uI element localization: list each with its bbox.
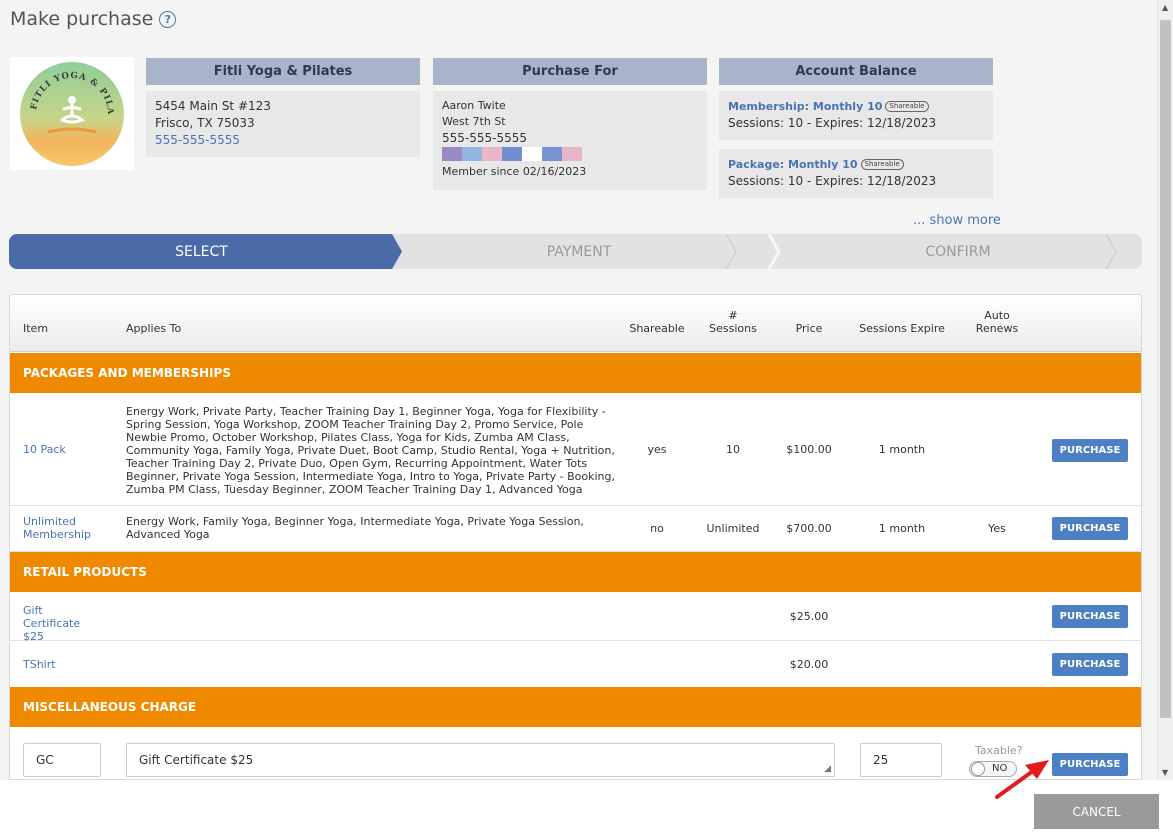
- scrollbar-thumb[interactable]: [1160, 20, 1171, 718]
- col-item: Item: [23, 322, 49, 335]
- color-swatch: [522, 147, 542, 161]
- color-swatch: [502, 147, 522, 161]
- item-name-link[interactable]: 10 Pack: [23, 443, 66, 456]
- shareable-value: no: [650, 522, 664, 535]
- balance-expires: Expires: 12/18/2023: [815, 116, 937, 130]
- purchase-button[interactable]: PURCHASE: [1052, 753, 1128, 776]
- purchase-button[interactable]: PURCHASE: [1052, 605, 1128, 628]
- section-misc: MISCELLANEOUS CHARGE: [10, 687, 1141, 727]
- studio-address-line2: Frisco, TX 75033: [155, 116, 255, 130]
- item-name-link[interactable]: TShirt: [23, 658, 56, 671]
- purchase-for-info: Aaron Twite West 7th St 555-555-5555 Mem…: [433, 91, 707, 190]
- color-swatch: [462, 147, 482, 161]
- table-header: Item Applies To Shareable # Sessions Pri…: [10, 295, 1141, 352]
- studio-phone-link[interactable]: 555-555-5555: [155, 132, 411, 149]
- applies-to: Energy Work, Private Party, Teacher Trai…: [126, 405, 615, 496]
- col-shareable: Shareable: [629, 322, 685, 335]
- color-swatch: [442, 147, 462, 161]
- studio-logo: FITLI YOGA & PILATES: [10, 57, 134, 170]
- balance-item-package: Package: Monthly 10 Shareable Sessions: …: [719, 149, 993, 198]
- studio-header: Fitli Yoga & Pilates: [146, 58, 420, 85]
- col-auto-line1: Auto: [984, 309, 1010, 322]
- annotation-arrow-icon: [995, 760, 1049, 799]
- balance-sessions: Sessions: 10 -: [728, 174, 812, 188]
- logo-image: FITLI YOGA & PILATES: [18, 60, 124, 166]
- balance-sessions: Sessions: 10 -: [728, 116, 812, 130]
- resize-handle-icon[interactable]: ◢: [824, 764, 831, 774]
- shareable-value: yes: [647, 443, 667, 456]
- misc-description-input[interactable]: Gift Certificate $25 ◢: [126, 743, 835, 777]
- shareable-badge: Shareable: [885, 101, 929, 112]
- applies-to: Energy Work, Family Yoga, Beginner Yoga,…: [126, 515, 584, 541]
- step-select: SELECT: [175, 243, 228, 260]
- step-confirm: CONFIRM: [925, 243, 991, 260]
- expire-value: 1 month: [878, 443, 926, 456]
- purchase-for-header: Purchase For: [433, 58, 707, 85]
- table-row: Unlimited Membership Energy Work, Family…: [10, 506, 1141, 552]
- page-title: Make purchase ?: [10, 8, 177, 30]
- color-swatch: [542, 147, 562, 161]
- misc-amount-input[interactable]: 25: [860, 743, 942, 777]
- step-payment: PAYMENT: [546, 243, 612, 260]
- scroll-up-icon[interactable]: ▲: [1162, 3, 1168, 12]
- col-applies-to: Applies To: [126, 322, 182, 335]
- help-icon[interactable]: ?: [159, 10, 177, 28]
- purchase-table: Item Applies To Shareable # Sessions Pri…: [9, 294, 1142, 780]
- price-value: $25.00: [789, 610, 829, 623]
- col-sessions-line1: #: [728, 309, 738, 322]
- purchase-button[interactable]: PURCHASE: [1052, 653, 1128, 676]
- account-balance-header: Account Balance: [719, 58, 993, 85]
- section-retail: RETAIL PRODUCTS: [10, 552, 1141, 592]
- table-row: TShirt $20.00 PURCHASE: [10, 641, 1141, 688]
- vertical-scrollbar[interactable]: ▲ ▼: [1157, 0, 1173, 780]
- sessions-value: 10: [726, 443, 740, 456]
- scroll-down-icon[interactable]: ▼: [1162, 768, 1168, 777]
- studio-address-line1: 5454 Main St #123: [155, 99, 271, 113]
- price-value: $700.00: [786, 522, 832, 535]
- misc-description-value: Gift Certificate $25: [139, 753, 254, 767]
- misc-code-input[interactable]: GC: [23, 743, 101, 777]
- color-swatch: [562, 147, 582, 161]
- member-color-swatches: [442, 147, 698, 161]
- table-row: 10 Pack Energy Work, Private Party, Teac…: [10, 395, 1141, 506]
- col-auto-renews: Auto Renews: [962, 309, 1032, 335]
- auto-renews-value: Yes: [988, 522, 1006, 535]
- make-purchase-dialog: Make purchase ? FITLI YOGA & PILATES: [0, 0, 1157, 780]
- section-packages: PACKAGES AND MEMBERSHIPS: [10, 353, 1141, 393]
- page-title-text: Make purchase: [10, 8, 154, 30]
- sessions-value: Unlimited: [706, 522, 760, 535]
- member-name: Aaron Twite: [442, 99, 506, 112]
- col-price: Price: [795, 322, 823, 335]
- show-more-link[interactable]: ... show more: [913, 213, 1001, 228]
- item-name-link[interactable]: Gift Certificate $25: [23, 604, 103, 643]
- purchase-steps: SELECT PAYMENT CONFIRM: [9, 234, 1142, 269]
- item-name-link[interactable]: Unlimited Membership: [23, 515, 103, 541]
- col-sessions-expire: Sessions Expire: [859, 322, 945, 335]
- shareable-badge: Shareable: [860, 159, 904, 170]
- color-swatch: [482, 147, 502, 161]
- toggle-knob: [971, 762, 985, 776]
- col-sessions-line2: Sessions: [709, 322, 757, 335]
- balance-item-title[interactable]: Membership: Monthly 10: [728, 98, 882, 115]
- purchase-button[interactable]: PURCHASE: [1052, 439, 1128, 462]
- misc-charge-row: GC Gift Certificate $25 ◢ 25 Taxable? NO…: [10, 729, 1141, 779]
- studio-info: 5454 Main St #123 Frisco, TX 75033 555-5…: [146, 91, 420, 157]
- price-value: $20.00: [789, 658, 829, 671]
- member-phone: 555-555-5555: [442, 131, 528, 145]
- expire-value: 1 month: [878, 522, 926, 535]
- balance-item-title[interactable]: Package: Monthly 10: [728, 156, 858, 173]
- col-auto-line2: Renews: [975, 322, 1019, 335]
- table-row: Gift Certificate $25 $25.00 PURCHASE: [10, 594, 1141, 643]
- member-since: Member since 02/16/2023: [442, 165, 587, 178]
- price-value: $100.00: [786, 443, 832, 456]
- balance-expires: Expires: 12/18/2023: [815, 174, 937, 188]
- member-street: West 7th St: [442, 115, 506, 128]
- balance-item-membership: Membership: Monthly 10 Shareable Session…: [719, 91, 993, 140]
- col-sessions: # Sessions: [698, 309, 768, 335]
- purchase-button[interactable]: PURCHASE: [1052, 517, 1128, 540]
